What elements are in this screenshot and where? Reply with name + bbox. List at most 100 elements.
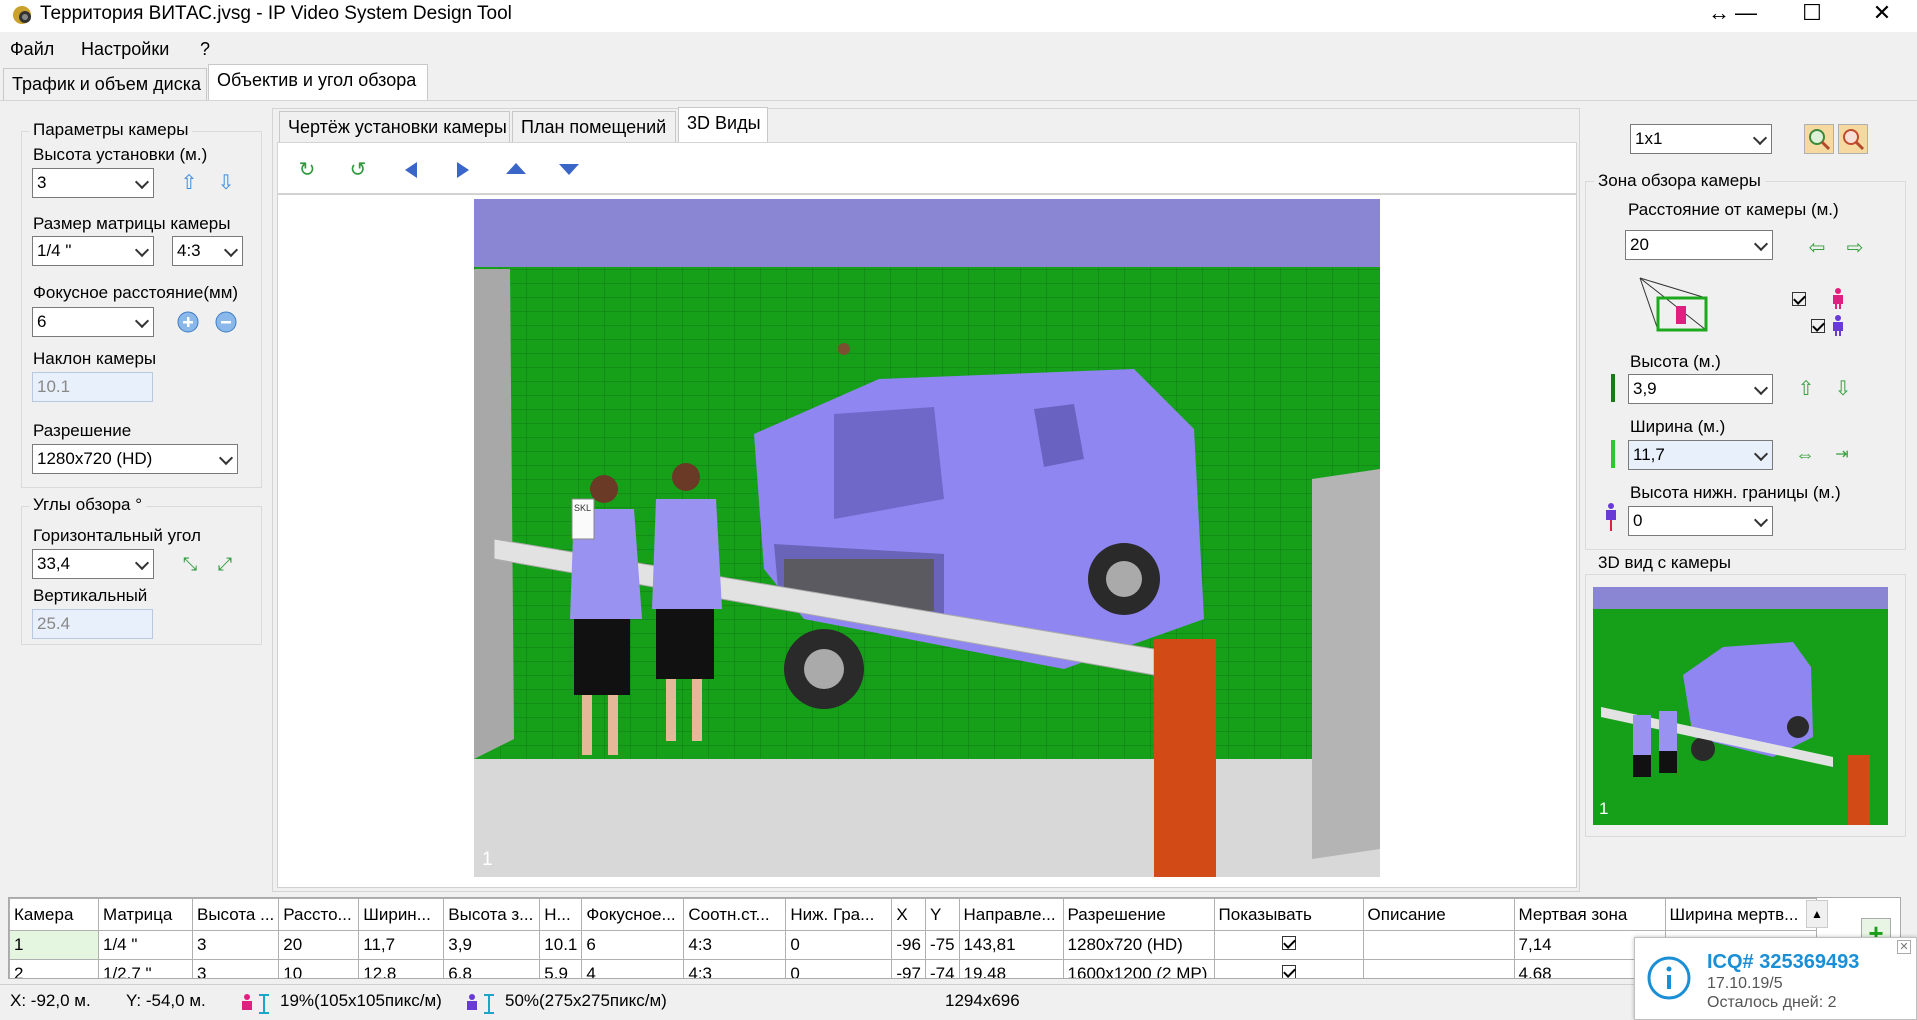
cell[interactable]: 4	[581, 959, 685, 978]
cell[interactable]: 0	[785, 930, 893, 960]
3d-viewport[interactable]: SKL 1	[474, 199, 1380, 877]
cell[interactable]: 11,7	[358, 930, 445, 960]
cell[interactable]: 143,81	[958, 930, 1064, 960]
zone-width-select[interactable]: 11,7	[1628, 440, 1773, 470]
col-dead-width[interactable]: Ширина мертв...	[1664, 898, 1817, 931]
tab-3d-views[interactable]: 3D Виды	[678, 107, 768, 143]
cell[interactable]: 6	[581, 930, 685, 960]
tab-floor-plan[interactable]: План помещений	[512, 111, 676, 143]
menu-help[interactable]: ?	[200, 39, 210, 60]
zone-height-select[interactable]: 3,9	[1628, 374, 1773, 404]
move-left-icon[interactable]	[403, 161, 419, 179]
zoom-out-icon[interactable]	[215, 311, 237, 333]
cell[interactable]: 3	[191, 930, 280, 960]
cell[interactable]: -75	[924, 930, 960, 960]
maximize-button[interactable]: ☐	[1783, 0, 1841, 30]
cell[interactable]: -74	[924, 959, 960, 978]
cell[interactable]: 1280x720 (HD)	[1062, 930, 1215, 960]
table-row[interactable]: 1 1/4 " 3 20 11,7 3,9 10.1 6 4:3 0 -96 -…	[9, 930, 1817, 960]
focal-length-select[interactable]: 6	[32, 307, 154, 337]
col-lower[interactable]: Ниж. Гра...	[785, 898, 893, 931]
table-scroll-up-button[interactable]: ▲	[1806, 900, 1828, 928]
cell[interactable]: 12,8	[358, 959, 445, 978]
tab-lens[interactable]: Объектив и угол обзора	[208, 64, 428, 100]
cell[interactable]: 1	[9, 930, 99, 960]
zoom-view-out-button[interactable]	[1838, 124, 1868, 154]
rotate-right-icon[interactable]: ↺	[345, 157, 371, 183]
cell[interactable]: 3	[191, 959, 280, 978]
col-height[interactable]: Высота ...	[191, 898, 280, 931]
collapse-icon[interactable]: ⤢	[212, 551, 238, 577]
matrix-size-select[interactable]: 1/4 "	[32, 236, 154, 266]
cell[interactable]: -96	[891, 930, 926, 960]
col-distance[interactable]: Рассто...	[278, 898, 360, 931]
icq-notification[interactable]: ICQ# 325369493 17.10.19/5 Осталось дней:…	[1634, 937, 1917, 1020]
col-camera[interactable]: Камера	[9, 898, 99, 931]
show-pink-checkbox[interactable]	[1792, 292, 1806, 306]
tab-traffic[interactable]: Трафик и объем диска	[3, 68, 207, 100]
cell[interactable]: 10	[278, 959, 360, 978]
arrow-up-icon[interactable]: ⇧	[1793, 376, 1819, 402]
widen-icon[interactable]: ⇔	[1792, 442, 1818, 468]
col-direction[interactable]: Направле...	[958, 898, 1064, 931]
rotate-left-icon[interactable]: ↻	[294, 157, 320, 183]
cell[interactable]: 2	[9, 959, 99, 978]
col-focal[interactable]: Фокусное...	[581, 898, 685, 931]
close-icon[interactable]: ✕	[1897, 940, 1911, 954]
cell[interactable]: 0	[785, 959, 893, 978]
show-checkbox[interactable]	[1281, 965, 1296, 978]
col-x[interactable]: X	[891, 898, 926, 931]
move-down-icon[interactable]	[558, 163, 580, 177]
distance-select[interactable]: 20	[1625, 230, 1773, 260]
menu-settings[interactable]: Настройки	[81, 39, 169, 60]
cell[interactable]: 3,9	[443, 930, 541, 960]
cell[interactable]: 1/4 "	[98, 930, 193, 960]
cell[interactable]	[1362, 959, 1515, 978]
cell[interactable]: 6,8	[443, 959, 541, 978]
move-up-icon[interactable]	[505, 161, 527, 175]
col-width[interactable]: Ширин...	[358, 898, 445, 931]
col-dead-zone[interactable]: Мертвая зона	[1513, 898, 1666, 931]
cell[interactable]: 4:3	[683, 959, 787, 978]
arrow-left-icon[interactable]: ⇦	[1804, 235, 1830, 261]
minimize-button[interactable]: —	[1717, 0, 1775, 30]
menu-file[interactable]: Файл	[10, 39, 54, 60]
cell[interactable]: 1/2.7 "	[98, 959, 193, 978]
resolution-select[interactable]: 1280x720 (HD)	[32, 444, 238, 474]
expand-icon[interactable]: ⤡	[177, 551, 203, 577]
cell[interactable]: 10.1	[539, 930, 583, 960]
cell[interactable]: 4:3	[683, 930, 787, 960]
col-resolution[interactable]: Разрешение	[1062, 898, 1215, 931]
camera-view-thumbnail[interactable]: 1	[1593, 587, 1888, 825]
lower-bound-select[interactable]: 0	[1628, 506, 1773, 536]
horizontal-angle-select[interactable]: 33,4	[32, 549, 154, 579]
arrow-down-icon[interactable]: ⇩	[213, 170, 239, 196]
cell[interactable]: -97	[891, 959, 926, 978]
close-button[interactable]: ✕	[1853, 0, 1911, 30]
show-cell[interactable]	[1213, 930, 1364, 960]
arrow-up-icon[interactable]: ⇧	[176, 170, 202, 196]
show-cell[interactable]	[1213, 959, 1364, 978]
table-row[interactable]: 2 1/2.7 " 3 10 12,8 6,8 5,9 4 4:3 0 -97 …	[9, 959, 1817, 978]
col-tilt[interactable]: Н...	[539, 898, 583, 931]
narrow-icon[interactable]: ⇥	[1829, 442, 1855, 468]
arrow-right-icon[interactable]: ⇨	[1842, 235, 1868, 261]
col-y[interactable]: Y	[924, 898, 960, 931]
col-show[interactable]: Показывать	[1213, 898, 1364, 931]
col-matrix[interactable]: Матрица	[98, 898, 193, 931]
zoom-view-in-button[interactable]	[1804, 124, 1834, 154]
arrow-down-icon[interactable]: ⇩	[1830, 376, 1856, 402]
col-description[interactable]: Описание	[1362, 898, 1515, 931]
cell[interactable]: 20	[278, 930, 360, 960]
cell[interactable]	[1362, 930, 1515, 960]
zoom-in-icon[interactable]	[177, 311, 199, 333]
aspect-ratio-select[interactable]: 4:3	[172, 236, 243, 266]
col-zone-height[interactable]: Высота з...	[443, 898, 541, 931]
show-checkbox[interactable]	[1281, 936, 1296, 950]
cell[interactable]: 5,9	[539, 959, 583, 978]
move-right-icon[interactable]	[455, 161, 471, 179]
show-purple-checkbox[interactable]	[1810, 319, 1825, 333]
install-height-select[interactable]: 3	[32, 168, 154, 198]
layout-select[interactable]: 1x1	[1630, 124, 1772, 154]
tab-install-drawing[interactable]: Чертёж установки камеры	[279, 111, 510, 143]
